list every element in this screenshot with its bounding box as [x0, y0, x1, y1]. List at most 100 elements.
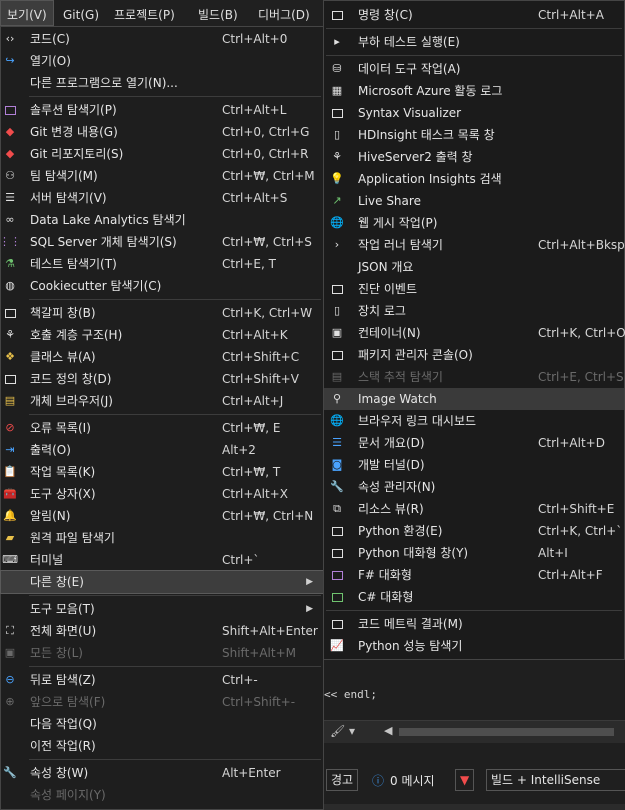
brush-icon[interactable]: 🖌 ▾ — [330, 724, 355, 738]
menu-item-notifications[interactable]: 🔔 알림(N) Ctrl+₩, Ctrl+N — [1, 505, 323, 527]
menu-item-label: 장치 로그 — [358, 304, 406, 318]
menu-item-toolbars[interactable]: 도구 모음(T) ▶ — [1, 598, 323, 620]
menu-item-json-outline[interactable]: JSON 개요 — [324, 256, 624, 278]
menu-item-azure-activity-log[interactable]: ▦ Microsoft Azure 활동 로그 — [324, 80, 624, 102]
menu-debug[interactable]: 디버그(D) — [252, 0, 316, 26]
scroll-left-icon[interactable]: ◀ — [384, 724, 392, 737]
menu-item-label: 작업 목록(K) — [30, 465, 96, 479]
menu-item-toolbox[interactable]: 🧰 도구 상자(X) Ctrl+Alt+X — [1, 483, 323, 505]
menu-separator — [29, 299, 321, 300]
menu-item-code-definition[interactable]: 코드 정의 창(D) Ctrl+Shift+V — [1, 368, 323, 390]
menu-item-browser-link-dashboard[interactable]: 🌐 브라우저 링크 대시보드 — [324, 410, 624, 432]
fullscreen-icon: ⛶ — [6, 624, 14, 637]
menu-item-dev-tunnels[interactable]: ◙ 개발 터널(D) — [324, 454, 624, 476]
menu-item-git-repository[interactable]: ◆ Git 리포지토리(S) Ctrl+0, Ctrl+R — [1, 143, 323, 165]
menu-item-navigate-forward[interactable]: ⊕ 앞으로 탐색(F) Ctrl+Shift+- — [1, 691, 323, 713]
menu-item-cookiecutter-explorer[interactable]: ◍ Cookiecutter 탐색기(C) — [1, 275, 323, 297]
menu-item-containers[interactable]: ▣ 컨테이너(N) Ctrl+K, Ctrl+O — [324, 322, 625, 344]
menu-item-terminal[interactable]: ⌨ 터미널 Ctrl+` — [1, 549, 323, 571]
menu-git[interactable]: Git(G) — [57, 0, 105, 26]
azure-log-icon: ▦ — [331, 84, 343, 97]
menu-item-diagnostic-events[interactable]: 진단 이벤트 — [324, 278, 624, 300]
menu-item-shortcut: Ctrl+₩, Ctrl+S — [222, 235, 312, 249]
menu-item-label: 열기(O) — [30, 54, 71, 68]
error-list-icon: ⊘ — [5, 421, 15, 434]
menu-item-live-share[interactable]: ↗ Live Share — [324, 190, 624, 212]
menu-item-label: Python 환경(E) — [358, 524, 443, 538]
menu-item-device-log[interactable]: ▯ 장치 로그 — [324, 300, 624, 322]
menu-item-label: Python 대화형 창(Y) — [358, 546, 469, 560]
menu-item-all-windows[interactable]: ▣ 모든 창(L) Shift+Alt+M — [1, 642, 323, 664]
messages-filter-button[interactable]: 0 메시지 — [390, 772, 435, 789]
menu-item-shortcut: Shift+Alt+Enter — [222, 624, 318, 638]
menu-project[interactable]: 프로젝트(P) — [108, 0, 181, 26]
menu-item-server-explorer[interactable]: ☰ 서버 탐색기(V) Ctrl+Alt+S — [1, 187, 323, 209]
menu-item-hiveserver2-output[interactable]: ⚘ HiveServer2 출력 창 — [324, 146, 624, 168]
menu-item-other-windows[interactable]: 다른 창(E) ▶ — [0, 570, 324, 594]
solution-explorer-icon — [3, 103, 17, 117]
menu-item-error-list[interactable]: ⊘ 오류 목록(I) Ctrl+₩, E — [1, 417, 323, 439]
menu-item-python-performance-explorer[interactable]: 📈 Python 성능 탐색기 — [324, 635, 624, 657]
menu-item-next-task[interactable]: 다음 작업(Q) — [1, 713, 323, 735]
menu-item-full-screen[interactable]: ⛶ 전체 화면(U) Shift+Alt+Enter — [1, 620, 323, 642]
menu-item-shortcut: Ctrl+Shift+C — [222, 350, 300, 364]
view-menu: ‹› 코드(C) Ctrl+Alt+0 ↪ 열기(O) 다른 프로그램으로 열기… — [0, 26, 324, 810]
menu-item-task-runner-explorer[interactable]: › 작업 러너 탐색기 Ctrl+Alt+Bkspce — [324, 234, 625, 256]
menu-item-application-insights-search[interactable]: 💡 Application Insights 검색 — [324, 168, 624, 190]
menu-item-label: 컨테이너(N) — [358, 326, 421, 340]
menu-item-stack-trace-explorer[interactable]: ▤ 스택 추적 탐색기 Ctrl+E, Ctrl+S — [324, 366, 624, 388]
menu-item-label: Cookiecutter 탐색기(C) — [30, 279, 162, 293]
menu-item-image-watch[interactable]: ⚲ Image Watch — [324, 388, 624, 410]
menu-item-data-lake-explorer[interactable]: ∞ Data Lake Analytics 탐색기 — [1, 209, 323, 231]
menu-item-property-pages[interactable]: 속성 페이지(Y) — [1, 784, 323, 806]
menu-item-bookmark-window[interactable]: 책갈피 창(B) Ctrl+K, Ctrl+W — [1, 302, 323, 324]
menu-item-task-list[interactable]: 📋 작업 목록(K) Ctrl+₩, T — [1, 461, 323, 483]
menu-item-remote-file-explorer[interactable]: ▰ 원격 파일 탐색기 — [1, 527, 323, 549]
menu-build[interactable]: 빌드(B) — [192, 0, 244, 26]
menu-item-python-environments[interactable]: Python 환경(E) Ctrl+K, Ctrl+` — [324, 520, 624, 542]
menu-item-package-manager-console[interactable]: 패키지 관리자 콘솔(O) — [324, 344, 624, 366]
wrench-icon: 🔧 — [330, 480, 344, 493]
menu-item-hdinsight-task-list[interactable]: ▯ HDInsight 태스크 목록 창 — [324, 124, 624, 146]
menu-item-resource-view[interactable]: ⧉ 리소스 뷰(R) Ctrl+Shift+E — [324, 498, 624, 520]
menu-item-shortcut: Ctrl+- — [222, 673, 258, 687]
menu-item-run-load-test[interactable]: ▸ 부하 테스트 실행(E) — [324, 31, 624, 53]
menu-item-fsharp-interactive[interactable]: F# 대화형 Ctrl+Alt+F — [324, 564, 624, 586]
menu-item-label: 코드(C) — [30, 32, 70, 46]
menu-item-previous-task[interactable]: 이전 작업(R) — [1, 735, 323, 757]
search-icon: ⚲ — [332, 392, 342, 405]
filter-icon[interactable]: ▼ — [455, 769, 475, 791]
menu-item-open-with[interactable]: 다른 프로그램으로 열기(N)... — [1, 72, 323, 94]
menu-item-class-view[interactable]: ❖ 클래스 뷰(A) Ctrl+Shift+C — [1, 346, 323, 368]
menu-item-label: 오류 목록(I) — [30, 421, 91, 435]
menu-item-csharp-interactive[interactable]: C# 대화형 — [324, 586, 624, 608]
menu-item-sql-server-explorer[interactable]: ⋮⋮ SQL Server 개체 탐색기(S) Ctrl+₩, Ctrl+S — [0, 231, 323, 253]
menu-item-team-explorer[interactable]: ⚇ 팀 탐색기(M) Ctrl+₩, Ctrl+M — [1, 165, 323, 187]
menu-separator — [326, 28, 622, 29]
menu-item-test-explorer[interactable]: ⚗ 테스트 탐색기(T) Ctrl+E, T — [1, 253, 323, 275]
menu-item-python-interactive[interactable]: Python 대화형 창(Y) Alt+I — [324, 542, 624, 564]
menu-item-object-browser[interactable]: ▤ 개체 브라우저(J) Ctrl+Alt+J — [1, 390, 323, 412]
menu-item-web-publish-activity[interactable]: 🌐 웹 게시 작업(P) — [324, 212, 624, 234]
navigate-forward-icon: ⊕ — [5, 695, 15, 708]
horizontal-scrollbar[interactable] — [399, 728, 614, 736]
menu-item-git-changes[interactable]: ◆ Git 변경 내용(G) Ctrl+0, Ctrl+G — [1, 121, 323, 143]
menu-item-code[interactable]: ‹› 코드(C) Ctrl+Alt+0 — [1, 28, 323, 50]
menu-item-navigate-back[interactable]: ⊖ 뒤로 탐색(Z) Ctrl+- — [1, 669, 323, 691]
menu-item-command-window[interactable]: 명령 창(C) Ctrl+Alt+A — [324, 4, 624, 26]
menu-item-property-manager[interactable]: 🔧 속성 관리자(N) — [324, 476, 624, 498]
menu-item-shortcut: Ctrl+₩, Ctrl+M — [222, 169, 315, 183]
menu-item-document-outline[interactable]: ☰ 문서 개요(D) Ctrl+Alt+D — [324, 432, 624, 454]
warnings-filter-button[interactable]: 경고 — [326, 769, 359, 791]
menu-item-properties-window[interactable]: 🔧 속성 창(W) Alt+Enter — [1, 762, 323, 784]
menu-view[interactable]: 보기(V) — [0, 0, 54, 26]
menu-item-code-metrics-results[interactable]: 코드 메트릭 결과(M) — [324, 613, 624, 635]
menu-item-data-tools-operations[interactable]: ⛁ 데이터 도구 작업(A) — [324, 58, 624, 80]
build-filter-select[interactable]: 빌드 + IntelliSense — [486, 769, 625, 791]
menu-item-call-hierarchy[interactable]: ⚘ 호출 계층 구조(H) Ctrl+Alt+K — [1, 324, 323, 346]
menu-item-open[interactable]: ↪ 열기(O) — [1, 50, 323, 72]
menu-item-label: 개체 브라우저(J) — [30, 394, 113, 408]
menu-item-solution-explorer[interactable]: 솔루션 탐색기(P) Ctrl+Alt+L — [1, 99, 323, 121]
menu-item-output[interactable]: ⇥ 출력(O) Alt+2 — [1, 439, 323, 461]
menu-item-syntax-visualizer[interactable]: Syntax Visualizer — [324, 102, 624, 124]
